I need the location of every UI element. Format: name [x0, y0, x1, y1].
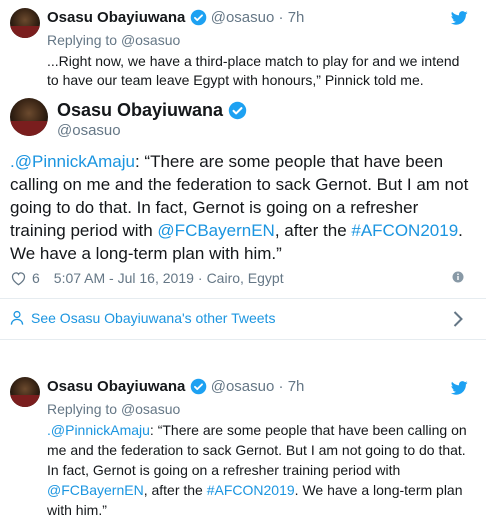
author-name: Osasu Obayiuwana [57, 100, 247, 121]
tweet-time[interactable]: 7h [288, 378, 305, 395]
avatar[interactable] [10, 98, 48, 136]
avatar[interactable] [10, 8, 40, 38]
replying-to: Replying to @osasuo [47, 32, 180, 48]
tweet-meta: 6 5:07 AM - Jul 16, 2019 · Cairo, Egypt [10, 270, 284, 286]
author-name-text[interactable]: Osasu Obayiuwana [57, 100, 223, 120]
author-name[interactable]: Osasu Obayiuwana [47, 9, 185, 26]
info-icon[interactable] [452, 271, 464, 283]
hashtag-link[interactable]: #AFCON2019 [207, 482, 295, 498]
author-name[interactable]: Osasu Obayiuwana [47, 378, 185, 395]
divider [0, 298, 486, 299]
see-other-label: See Osasu Obayiuwana's other Tweets [31, 310, 276, 326]
tweet-header: Osasu Obayiuwana @osasuo · 7h [47, 378, 304, 396]
tweet-header: Osasu Obayiuwana @osasuo · 7h [47, 9, 304, 27]
verified-icon [228, 101, 247, 119]
replying-to: Replying to @osasuo [47, 401, 180, 417]
separator-dot: · [197, 270, 203, 286]
mention-link[interactable]: .@PinnickAmaju [47, 422, 150, 438]
mention-link[interactable]: @FCBayernEN [47, 482, 144, 498]
replying-handle[interactable]: @osasuo [121, 32, 180, 48]
text-segment: , after the [274, 221, 352, 240]
hashtag-link[interactable]: #AFCON2019 [351, 221, 458, 240]
author-handle[interactable]: @osasuo [57, 122, 121, 139]
see-other-tweets-link[interactable]: See Osasu Obayiuwana's other Tweets [10, 310, 275, 326]
like-count[interactable]: 6 [32, 270, 40, 286]
tweet-location[interactable]: Cairo, Egypt [207, 270, 284, 286]
mention-link[interactable]: @FCBayernEN [157, 221, 274, 240]
author-handle[interactable]: @osasuo [211, 378, 275, 395]
divider [0, 339, 486, 340]
text-segment: , after the [143, 482, 207, 498]
verified-icon [190, 9, 206, 25]
tweet-text: .@PinnickAmaju: “There are some people t… [10, 150, 476, 265]
author-handle[interactable]: @osasuo [211, 9, 275, 26]
avatar[interactable] [10, 377, 40, 407]
twitter-bird-icon[interactable] [451, 381, 468, 395]
replying-prefix: Replying to [47, 32, 121, 48]
heart-icon[interactable] [10, 270, 27, 286]
chevron-right-icon[interactable] [452, 310, 464, 328]
replying-handle[interactable]: @osasuo [121, 401, 180, 417]
verified-icon [190, 378, 206, 394]
separator-dot: · [278, 9, 284, 26]
tweet-timestamp[interactable]: 5:07 AM - Jul 16, 2019 [54, 270, 194, 286]
tweet-text: .@PinnickAmaju: “There are some people t… [47, 420, 477, 520]
tweet-time[interactable]: 7h [288, 9, 305, 26]
mention-link[interactable]: .@PinnickAmaju [10, 152, 135, 171]
person-icon [10, 310, 24, 325]
separator-dot: · [278, 378, 284, 395]
twitter-bird-icon[interactable] [451, 11, 468, 25]
tweet-text: ...Right now, we have a third-place matc… [47, 53, 460, 88]
replying-prefix: Replying to [47, 401, 121, 417]
